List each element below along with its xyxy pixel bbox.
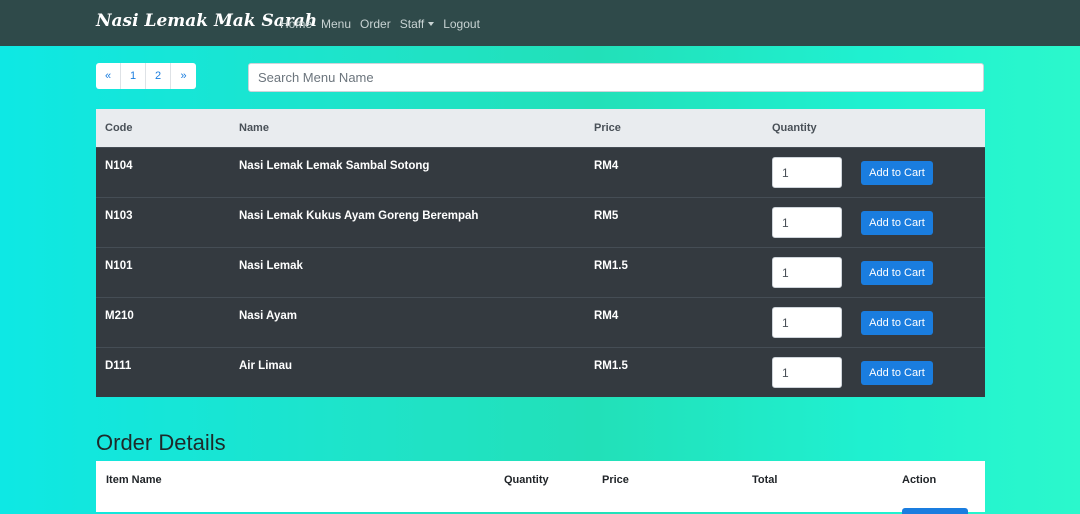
nav-logout-link[interactable]: Logout xyxy=(443,17,480,31)
add-to-cart-button[interactable]: Add to Cart xyxy=(861,261,933,285)
item-name: Nasi Lemak Lemak Sambal Sotong xyxy=(239,160,430,172)
header-code: Code xyxy=(105,122,133,134)
table-row: N101 Nasi Lemak RM1.5 Add to Cart xyxy=(96,247,985,297)
table-row: N103 Nasi Lemak Kukus Ayam Goreng Beremp… xyxy=(96,197,985,247)
caret-down-icon xyxy=(428,22,435,26)
item-code: M210 xyxy=(105,310,134,322)
quantity-input[interactable] xyxy=(772,257,842,288)
nav-staff-label: Staff xyxy=(399,17,425,31)
quantity-input[interactable] xyxy=(772,357,842,388)
item-name: Nasi Lemak Kukus Ayam Goreng Berempah xyxy=(239,210,479,222)
item-name: Nasi Ayam xyxy=(239,310,297,322)
header-item-name: Item Name xyxy=(106,474,162,486)
search-menu-input[interactable] xyxy=(248,63,984,92)
header-quantity: Quantity xyxy=(504,474,549,486)
item-price: RM4 xyxy=(594,160,619,172)
order-details-title: Order Details xyxy=(96,430,226,455)
quantity-input[interactable] xyxy=(772,307,842,338)
pagination-prev[interactable]: « xyxy=(96,63,121,89)
item-price: RM1.5 xyxy=(594,260,628,272)
nav-links: Home Menu Order Staff Logout xyxy=(280,17,489,31)
nav-home-link[interactable]: Home xyxy=(280,17,312,31)
header-price: Price xyxy=(594,122,621,134)
item-price: RM1.5 xyxy=(594,360,628,372)
header-name: Name xyxy=(239,122,269,134)
menu-table-header: Code Name Price Quantity xyxy=(96,109,985,147)
header-quantity: Quantity xyxy=(772,122,817,134)
pagination-next[interactable]: » xyxy=(171,63,196,89)
table-row: N104 Nasi Lemak Lemak Sambal Sotong RM4 … xyxy=(96,147,985,197)
add-to-cart-button[interactable]: Add to Cart xyxy=(861,361,933,385)
order-details-table: Item Name Quantity Price Total Action xyxy=(96,461,985,514)
item-code: N101 xyxy=(105,260,133,272)
pagination: « 1 2 » xyxy=(96,63,196,89)
nav-staff-dropdown[interactable]: Staff xyxy=(399,17,435,31)
table-row: D111 Air Limau RM1.5 Add to Cart xyxy=(96,347,985,397)
action-button-partial[interactable] xyxy=(902,508,968,514)
quantity-input[interactable] xyxy=(772,157,842,188)
header-price: Price xyxy=(602,474,629,486)
add-to-cart-button[interactable]: Add to Cart xyxy=(861,161,933,185)
quantity-input[interactable] xyxy=(772,207,842,238)
item-code: D111 xyxy=(105,360,132,372)
item-name: Nasi Lemak xyxy=(239,260,303,272)
item-price: RM5 xyxy=(594,210,619,222)
header-total: Total xyxy=(752,474,778,486)
item-code: N104 xyxy=(105,160,133,172)
add-to-cart-button[interactable]: Add to Cart xyxy=(861,311,933,335)
table-row: M210 Nasi Ayam RM4 Add to Cart xyxy=(96,297,985,347)
header-action: Action xyxy=(902,474,937,486)
item-name: Air Limau xyxy=(239,360,293,372)
nav-menu-link[interactable]: Menu xyxy=(321,17,351,31)
pagination-page-2[interactable]: 2 xyxy=(146,63,171,89)
pagination-page-1[interactable]: 1 xyxy=(121,63,146,89)
navbar: Nasi Lemak Mak Sarah Home Menu Order Sta… xyxy=(0,0,1080,46)
menu-table: Code Name Price Quantity N104 Nasi Lemak… xyxy=(96,109,985,397)
item-code: N103 xyxy=(105,210,133,222)
nav-order-link[interactable]: Order xyxy=(360,17,391,31)
add-to-cart-button[interactable]: Add to Cart xyxy=(861,211,933,235)
item-price: RM4 xyxy=(594,310,619,322)
